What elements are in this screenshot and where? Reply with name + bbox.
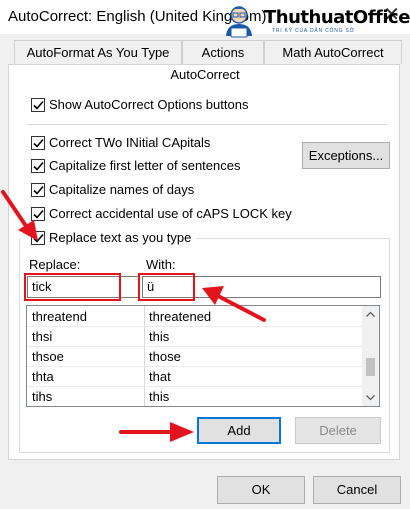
watermark-brand: ThuthuatOffice — [264, 7, 410, 28]
checkmark-icon — [33, 161, 44, 171]
ok-button[interactable]: OK — [217, 476, 305, 504]
add-button[interactable]: Add — [197, 417, 281, 444]
tab-actions[interactable]: Actions — [182, 40, 264, 64]
show-options-label: Show AutoCorrect Options buttons — [49, 97, 249, 112]
mascot-icon — [226, 6, 252, 38]
group-top-border — [196, 238, 390, 239]
with-cell: those — [149, 349, 181, 364]
highlight-with-box — [138, 273, 195, 301]
tab-autocorrect[interactable]: AutoCorrect — [164, 67, 246, 82]
checkmark-icon — [33, 100, 44, 110]
tab-math-autocorrect[interactable]: Math AutoCorrect — [264, 40, 402, 64]
list-item[interactable]: tihs this — [27, 387, 362, 406]
replace-cell: thsoe — [32, 349, 64, 364]
exceptions-button[interactable]: Exceptions... — [302, 142, 390, 169]
delete-button[interactable]: Delete — [295, 417, 381, 444]
highlight-replace-box — [24, 273, 121, 301]
list-item[interactable]: thta that — [27, 367, 362, 386]
list-scrollbar[interactable] — [362, 306, 379, 406]
scroll-thumb[interactable] — [366, 358, 375, 376]
replace-cell: thta — [32, 369, 54, 384]
replace-cell: threatend — [32, 309, 87, 324]
tab-strip: AutoFormat As You Type Actions Math Auto… — [0, 40, 410, 64]
checkmark-icon — [33, 138, 44, 148]
replace-label: Replace: — [29, 257, 81, 272]
with-cell: that — [149, 369, 171, 384]
watermark-tagline: TRI KỶ CỦA DÂN CÔNG SỞ — [272, 28, 355, 34]
show-options-checkbox[interactable] — [31, 98, 45, 112]
first-letter-checkbox[interactable] — [31, 159, 45, 173]
two-initial-caps-checkbox[interactable] — [31, 136, 45, 150]
replace-text-label: Replace text as you type — [49, 230, 192, 245]
scroll-up-icon[interactable] — [362, 306, 379, 323]
watermark-logo: ThuthuatOffice TRI KỶ CỦA DÂN CÔNG SỞ — [212, 2, 410, 38]
arrow-to-replace-checkbox-icon — [1, 190, 38, 241]
separator — [27, 124, 387, 125]
with-label: With: — [146, 257, 176, 272]
list-item[interactable]: thsoe those — [27, 347, 362, 366]
list-item[interactable]: thsi this — [27, 327, 362, 346]
replace-cell: tihs — [32, 389, 53, 404]
tab-autoformat-as-you-type[interactable]: AutoFormat As You Type — [14, 40, 182, 64]
replace-cell: thsi — [32, 329, 53, 344]
names-of-days-label: Capitalize names of days — [49, 182, 195, 197]
arrow-to-add-button-icon — [119, 422, 194, 442]
with-cell: this — [149, 389, 170, 404]
caps-lock-label: Correct accidental use of cAPS LOCK key — [49, 206, 292, 221]
cancel-button[interactable]: Cancel — [313, 476, 401, 504]
two-initial-caps-label: Correct TWo INitial CApitals — [49, 135, 211, 150]
with-cell: this — [149, 329, 170, 344]
scroll-down-icon[interactable] — [362, 389, 379, 406]
first-letter-label: Capitalize first letter of sentences — [49, 158, 241, 173]
list-item[interactable]: threatend threatened — [27, 307, 362, 326]
arrow-to-with-field-icon — [202, 286, 266, 322]
